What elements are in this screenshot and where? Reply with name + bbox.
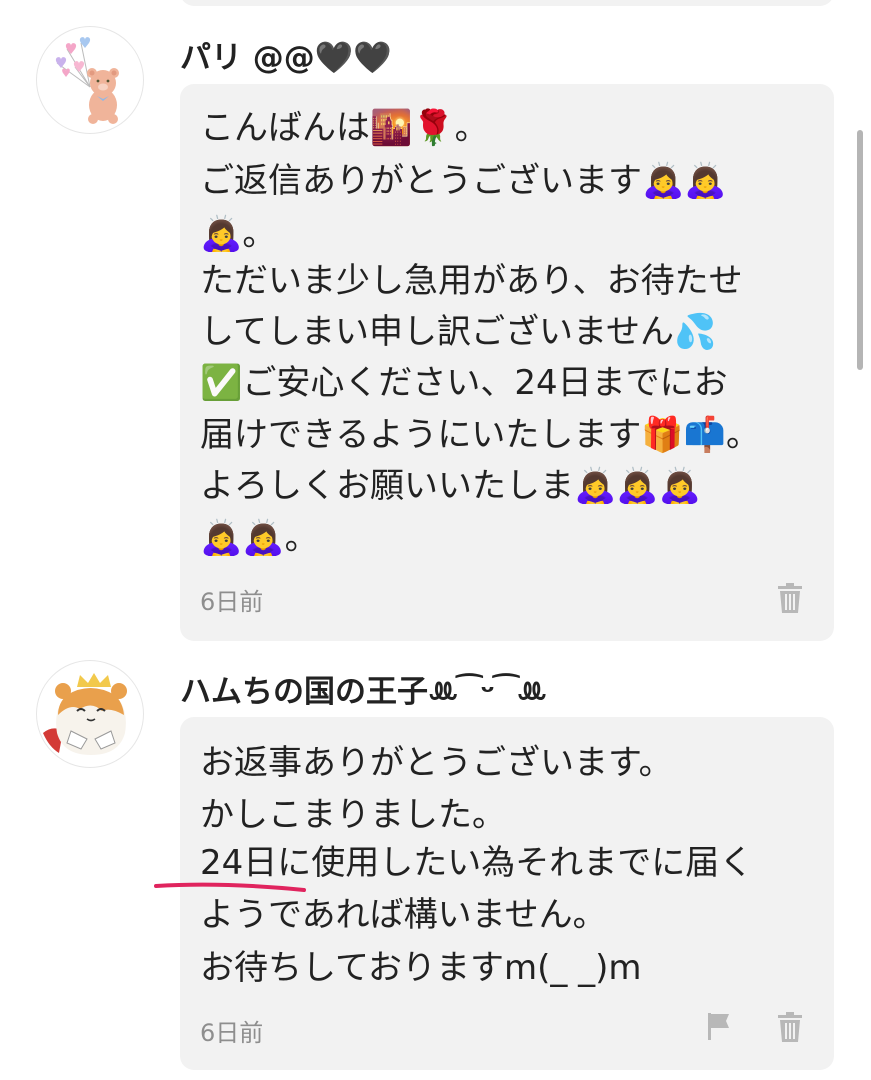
message-line: お返事ありがとうございます。 — [200, 743, 673, 783]
trash-icon[interactable] — [776, 1011, 804, 1043]
message-line: してしまい申し訳ございません💦 — [200, 312, 717, 352]
message-line: よろしくお願いいたしま🙇‍♀️🙇‍♀️🙇‍♀️ — [200, 466, 702, 506]
teddy-bear-icon — [55, 37, 119, 124]
flag-icon[interactable] — [706, 1011, 732, 1041]
timestamp: 6日前 — [200, 1019, 264, 1047]
message-bubble: こんばんは🌇🌹。 ご返信ありがとうございます🙇‍♀️🙇‍♀️ 🙇‍♀️。 ただい… — [180, 84, 834, 641]
comment-thread: パリ @@🖤🖤 こんばんは🌇🌹。 ご返信ありがとうございます🙇‍♀️🙇‍♀️ 🙇… — [0, 0, 871, 1080]
message-line: ようであれば構いません。 — [200, 895, 607, 935]
message-line: 🙇‍♀️🙇‍♀️。 — [200, 518, 319, 558]
username[interactable]: パリ @@🖤🖤 — [180, 32, 392, 77]
hamster-icon — [43, 673, 127, 755]
message-line: かしこまりました。 — [200, 795, 506, 835]
message-line: ただいま少し急用があり、お待たせ — [200, 261, 743, 301]
message-line: こんばんは🌇🌹。 — [200, 108, 489, 148]
message-line: 🙇‍♀️。 — [200, 214, 277, 254]
message-line: お待ちしておりますm(_ _)m — [200, 948, 642, 988]
previous-comment-bubble — [180, 0, 834, 6]
handwritten-underline — [154, 882, 306, 892]
message-line: ✅ご安心ください、24日までにお — [200, 363, 728, 403]
message-line: 届けできるようにいたします🎁📫。 — [200, 415, 760, 455]
trash-icon[interactable] — [776, 582, 804, 614]
timestamp: 6日前 — [200, 588, 264, 616]
avatar[interactable] — [36, 26, 144, 134]
username[interactable]: ハムちの国の王子ꔛ ͡ ᵕ ͡ ꔛ — [180, 666, 547, 711]
avatar[interactable] — [36, 660, 144, 768]
scrollbar[interactable] — [857, 130, 863, 370]
message-line: ご返信ありがとうございます🙇‍♀️🙇‍♀️ — [200, 161, 727, 201]
